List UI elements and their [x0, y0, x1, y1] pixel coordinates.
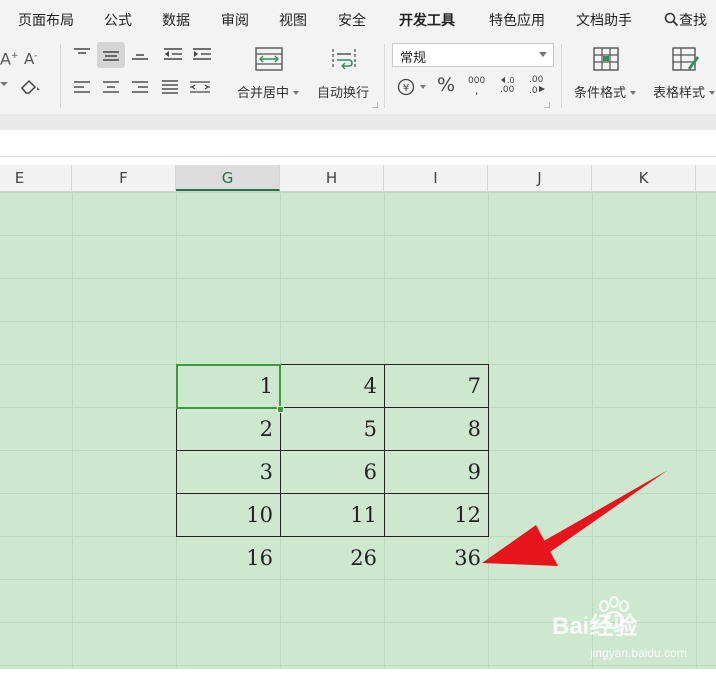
decrease-decimal-icon — [538, 86, 545, 92]
decrease-decimal-label: .00 — [529, 75, 544, 85]
column-header-f[interactable]: F — [72, 165, 176, 191]
column-headers: E F G H I J K — [0, 165, 716, 192]
comma-mark-icon: , — [474, 84, 479, 97]
ribbon-separator — [561, 44, 562, 108]
menu-developer-tools[interactable]: 开发工具 — [399, 10, 455, 30]
baidu-jingyan-watermark: Bai经验 jingyan.baidu.com — [548, 592, 716, 669]
ribbon-separator — [384, 44, 385, 108]
merge-center-label: 合并居中 — [237, 86, 290, 101]
menu-formulas[interactable]: 公式 — [104, 10, 132, 30]
percent-format-button[interactable]: % — [437, 76, 455, 95]
increase-decimal-icon: .0 — [501, 76, 515, 85]
decrease-indent-icon[interactable] — [163, 47, 183, 61]
align-bottom-icon[interactable] — [131, 47, 149, 61]
sum-cell-g[interactable]: 16 — [176, 537, 280, 580]
sum-cell-h[interactable]: 26 — [280, 537, 384, 580]
justify-icon[interactable] — [161, 80, 179, 94]
decrease-decimal-button[interactable]: .00.0 — [529, 75, 546, 96]
cell-i-1[interactable]: 7 — [384, 364, 489, 408]
merge-center-icon[interactable] — [254, 46, 284, 72]
gridline — [72, 192, 73, 669]
clear-format-eraser-icon[interactable] — [20, 78, 42, 94]
currency-format-button[interactable]: ¥ — [397, 78, 427, 96]
increase-decimal-label: .00 — [500, 85, 515, 95]
gridline — [0, 192, 716, 193]
cell-h-4[interactable]: 11 — [280, 493, 385, 537]
thousands-separator-button[interactable]: 000, — [468, 76, 485, 97]
search-button[interactable]: 查找 — [664, 10, 707, 30]
alignment-dialog-launcher-icon[interactable] — [372, 102, 378, 108]
ribbon-toolbar: A+ A- 合并居中 自动换行 常规 ¥ % 000 , .0 .00 .00 … — [0, 38, 716, 114]
fill-handle[interactable] — [277, 406, 284, 413]
conditional-format-dropdown-icon[interactable] — [630, 91, 637, 95]
number-dialog-launcher-icon[interactable] — [544, 102, 550, 108]
align-right-icon[interactable] — [131, 80, 149, 94]
number-format-dropdown-icon[interactable] — [539, 52, 547, 57]
column-header-k[interactable]: K — [592, 165, 696, 191]
svg-text:.0: .0 — [507, 76, 515, 85]
number-format-select[interactable]: 常规 — [392, 43, 554, 67]
align-top-icon[interactable] — [73, 47, 91, 61]
menu-view[interactable]: 视图 — [279, 10, 307, 30]
toolbar-gap — [0, 114, 716, 130]
table-style-button[interactable]: 表格样式 — [653, 82, 716, 101]
increase-font-size-icon[interactable]: A+ — [0, 48, 19, 67]
conditional-format-label: 条件格式 — [574, 86, 627, 101]
formula-bar[interactable] — [0, 130, 716, 157]
column-header-e[interactable]: E — [0, 165, 72, 191]
menu-special-apps[interactable]: 特色应用 — [489, 10, 545, 30]
table-style-icon[interactable] — [670, 46, 700, 72]
svg-text:¥: ¥ — [403, 83, 409, 94]
column-header-h[interactable]: H — [280, 165, 384, 191]
watermark-brand: Bai经验 — [552, 613, 638, 640]
red-arrow-annotation — [482, 470, 668, 566]
table-style-label: 表格样式 — [653, 86, 706, 101]
search-icon — [664, 12, 679, 27]
gridline — [0, 278, 716, 279]
gridline — [0, 235, 716, 236]
align-middle-button[interactable] — [97, 42, 125, 68]
align-center-icon[interactable] — [102, 80, 120, 94]
active-cell-selection[interactable] — [176, 364, 281, 409]
increase-indent-icon[interactable] — [192, 47, 212, 61]
menu-document-assistant[interactable]: 文档助手 — [576, 10, 632, 30]
conditional-format-button[interactable]: 条件格式 — [574, 82, 637, 101]
wrap-text-button[interactable]: 自动换行 — [317, 82, 369, 101]
watermark-url: jingyan.baidu.com — [590, 646, 687, 660]
cell-g-3[interactable]: 3 — [176, 450, 281, 494]
menu-review[interactable]: 审阅 — [221, 10, 249, 30]
cell-i-2[interactable]: 8 — [384, 407, 489, 451]
column-header-g[interactable]: G — [176, 165, 280, 191]
number-format-value: 常规 — [400, 51, 427, 66]
decrease-font-size-icon[interactable]: A- — [24, 48, 38, 67]
increase-decimal-button[interactable]: .0.00 — [500, 75, 518, 95]
gridline — [0, 321, 716, 322]
currency-icon: ¥ — [397, 78, 426, 96]
wrap-text-icon[interactable] — [329, 46, 359, 72]
align-left-icon[interactable] — [73, 80, 91, 94]
merge-center-dropdown-icon[interactable] — [293, 91, 300, 95]
conditional-format-icon[interactable] — [591, 46, 621, 72]
search-label: 查找 — [679, 13, 707, 29]
cell-h-3[interactable]: 6 — [280, 450, 385, 494]
dropdown-chevron-icon[interactable] — [0, 80, 8, 88]
cell-g-2[interactable]: 2 — [176, 407, 281, 451]
menu-data[interactable]: 数据 — [162, 10, 190, 30]
table-style-dropdown-icon[interactable] — [709, 91, 716, 95]
menu-page-layout[interactable]: 页面布局 — [18, 10, 74, 30]
menu-bar: 页面布局 公式 数据 审阅 视图 安全 开发工具 特色应用 文档助手 查找 — [0, 0, 716, 38]
cell-g-4[interactable]: 10 — [176, 493, 281, 537]
decrease-decimal-short-label: .0 — [529, 86, 538, 96]
column-header-i[interactable]: I — [384, 165, 488, 191]
menu-security[interactable]: 安全 — [338, 10, 366, 30]
align-middle-icon — [103, 51, 119, 61]
merge-center-button[interactable]: 合并居中 — [237, 82, 300, 101]
ribbon-separator — [60, 44, 61, 108]
distributed-align-icon[interactable] — [189, 79, 211, 95]
column-header-j[interactable]: J — [488, 165, 592, 191]
cell-h-1[interactable]: 4 — [280, 364, 385, 408]
cell-h-2[interactable]: 5 — [280, 407, 385, 451]
